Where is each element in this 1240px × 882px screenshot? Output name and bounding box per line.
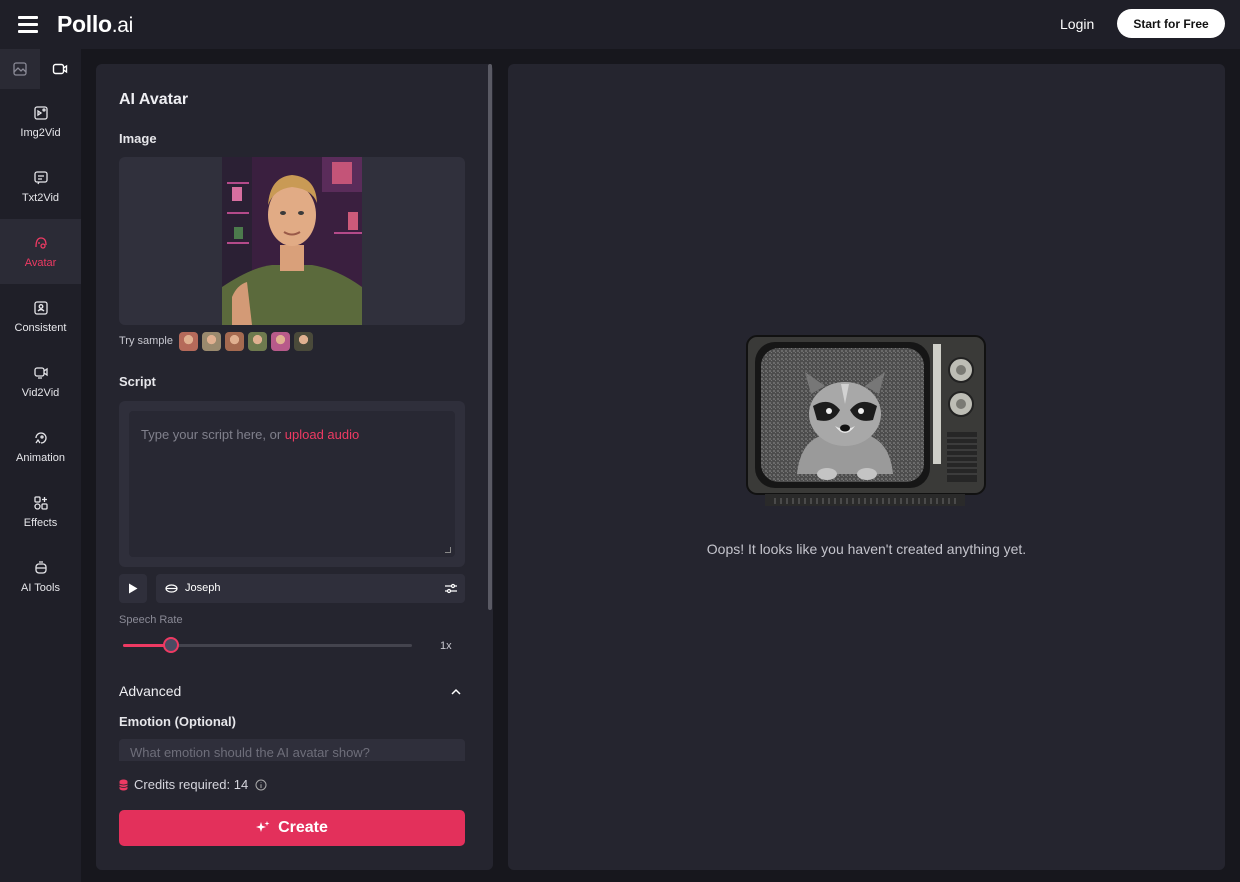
speech-rate-slider[interactable]: [123, 637, 412, 653]
sidebar-item-effects[interactable]: Effects: [0, 479, 81, 544]
image-upload-area[interactable]: [119, 157, 465, 325]
speech-rate-label: Speech Rate: [119, 614, 183, 626]
effects-icon: [33, 495, 48, 510]
info-icon[interactable]: [255, 779, 267, 791]
resize-handle[interactable]: [445, 547, 451, 553]
login-link[interactable]: Login: [1060, 16, 1094, 32]
sidebar-item-label: Effects: [23, 516, 58, 529]
settings-sliders-icon[interactable]: [445, 583, 457, 594]
sidebar-item-vid2vid[interactable]: Vid2Vid: [0, 349, 81, 414]
logo-text: Pollo: [57, 11, 112, 37]
top-header: Pollo.ai Login Start for Free: [0, 0, 1240, 49]
avatar-panel: AI Avatar Image Try sample Script Type y…: [96, 64, 493, 870]
speech-rate-value: 1x: [440, 640, 452, 652]
menu-icon[interactable]: [18, 16, 38, 33]
sidebar-item-label: Avatar: [24, 256, 57, 269]
image-mode-tab[interactable]: [0, 49, 40, 89]
sidebar-item-avatar[interactable]: Avatar: [0, 219, 81, 284]
vid2vid-icon: [33, 366, 48, 379]
slider-thumb[interactable]: [162, 637, 179, 653]
video-camera-icon: [52, 63, 68, 75]
image-label: Image: [119, 131, 157, 146]
start-for-free-button[interactable]: Start for Free: [1117, 9, 1225, 38]
sidebar-item-ai-tools[interactable]: AI Tools: [0, 544, 81, 609]
retro-tv-raccoon-illustration: [746, 335, 986, 506]
sidebar-item-label: AI Tools: [21, 581, 60, 594]
script-label: Script: [119, 374, 156, 389]
play-icon: [129, 583, 138, 594]
sparkles-icon: [256, 821, 270, 832]
coins-icon: [119, 779, 128, 790]
sidebar-item-label: Txt2Vid: [21, 191, 60, 204]
script-placeholder: Type your script here, or: [141, 427, 285, 442]
consistent-icon: [33, 300, 48, 315]
chevron-up-icon[interactable]: [450, 686, 462, 698]
empty-state-text: Oops! It looks like you haven't created …: [706, 541, 1027, 557]
voice-name: Joseph: [185, 582, 221, 594]
play-voice-button[interactable]: [119, 574, 147, 603]
txt2vid-icon: [33, 170, 48, 184]
sample-avatar-3[interactable]: [225, 332, 244, 351]
script-textarea[interactable]: Type your script here, or upload audio: [129, 411, 455, 557]
mode-tabs: [0, 49, 81, 89]
script-box: Type your script here, or upload audio: [119, 401, 465, 567]
sample-avatar-2[interactable]: [202, 332, 221, 351]
sample-avatar-1[interactable]: [179, 332, 198, 351]
sample-avatar-6[interactable]: [294, 332, 313, 351]
sidebar-item-animation[interactable]: Animation: [0, 414, 81, 479]
portrait-illustration: [222, 157, 362, 325]
avatar-portrait-image: [222, 157, 362, 325]
img2vid-icon: [33, 105, 48, 120]
sidebar: Img2Vid Txt2Vid Avatar Consistent Vid2Vid Ani…: [0, 49, 81, 882]
avatar-icon: [34, 236, 47, 249]
credits-text: Credits required: 14: [134, 777, 249, 792]
panel-scrollbar[interactable]: [488, 64, 492, 610]
sidebar-item-consistent[interactable]: Consistent: [0, 284, 81, 349]
credits-info: Credits required: 14: [119, 777, 273, 792]
sidebar-item-label: Vid2Vid: [21, 386, 60, 399]
panel-title: AI Avatar: [119, 91, 189, 108]
sample-avatar-4[interactable]: [248, 332, 267, 351]
upload-audio-link[interactable]: upload audio: [285, 427, 359, 442]
try-sample-label: Try sample: [119, 335, 173, 347]
sidebar-item-label: Img2Vid: [20, 126, 61, 139]
logo-suffix: .ai: [111, 14, 134, 37]
sidebar-item-txt2vid[interactable]: Txt2Vid: [0, 154, 81, 219]
image-icon: [13, 62, 27, 76]
advanced-toggle[interactable]: Advanced: [119, 683, 181, 699]
create-label: Create: [278, 819, 328, 836]
animation-icon: [34, 431, 47, 444]
video-mode-tab[interactable]: [40, 49, 80, 89]
sample-avatar-5[interactable]: [271, 332, 290, 351]
sidebar-item-img2vid[interactable]: Img2Vid: [0, 89, 81, 154]
emotion-label: Emotion (Optional): [119, 714, 236, 729]
logo[interactable]: Pollo.ai: [57, 11, 133, 38]
voice-selector[interactable]: Joseph: [156, 574, 465, 603]
create-button[interactable]: Create: [119, 810, 465, 846]
sidebar-item-label: Animation: [16, 451, 65, 464]
voice-lips-icon: [165, 584, 178, 593]
result-area: Oops! It looks like you haven't created …: [508, 64, 1225, 870]
ai-tools-icon: [34, 560, 47, 574]
sidebar-item-label: Consistent: [14, 321, 67, 334]
sample-avatars: [179, 332, 313, 351]
